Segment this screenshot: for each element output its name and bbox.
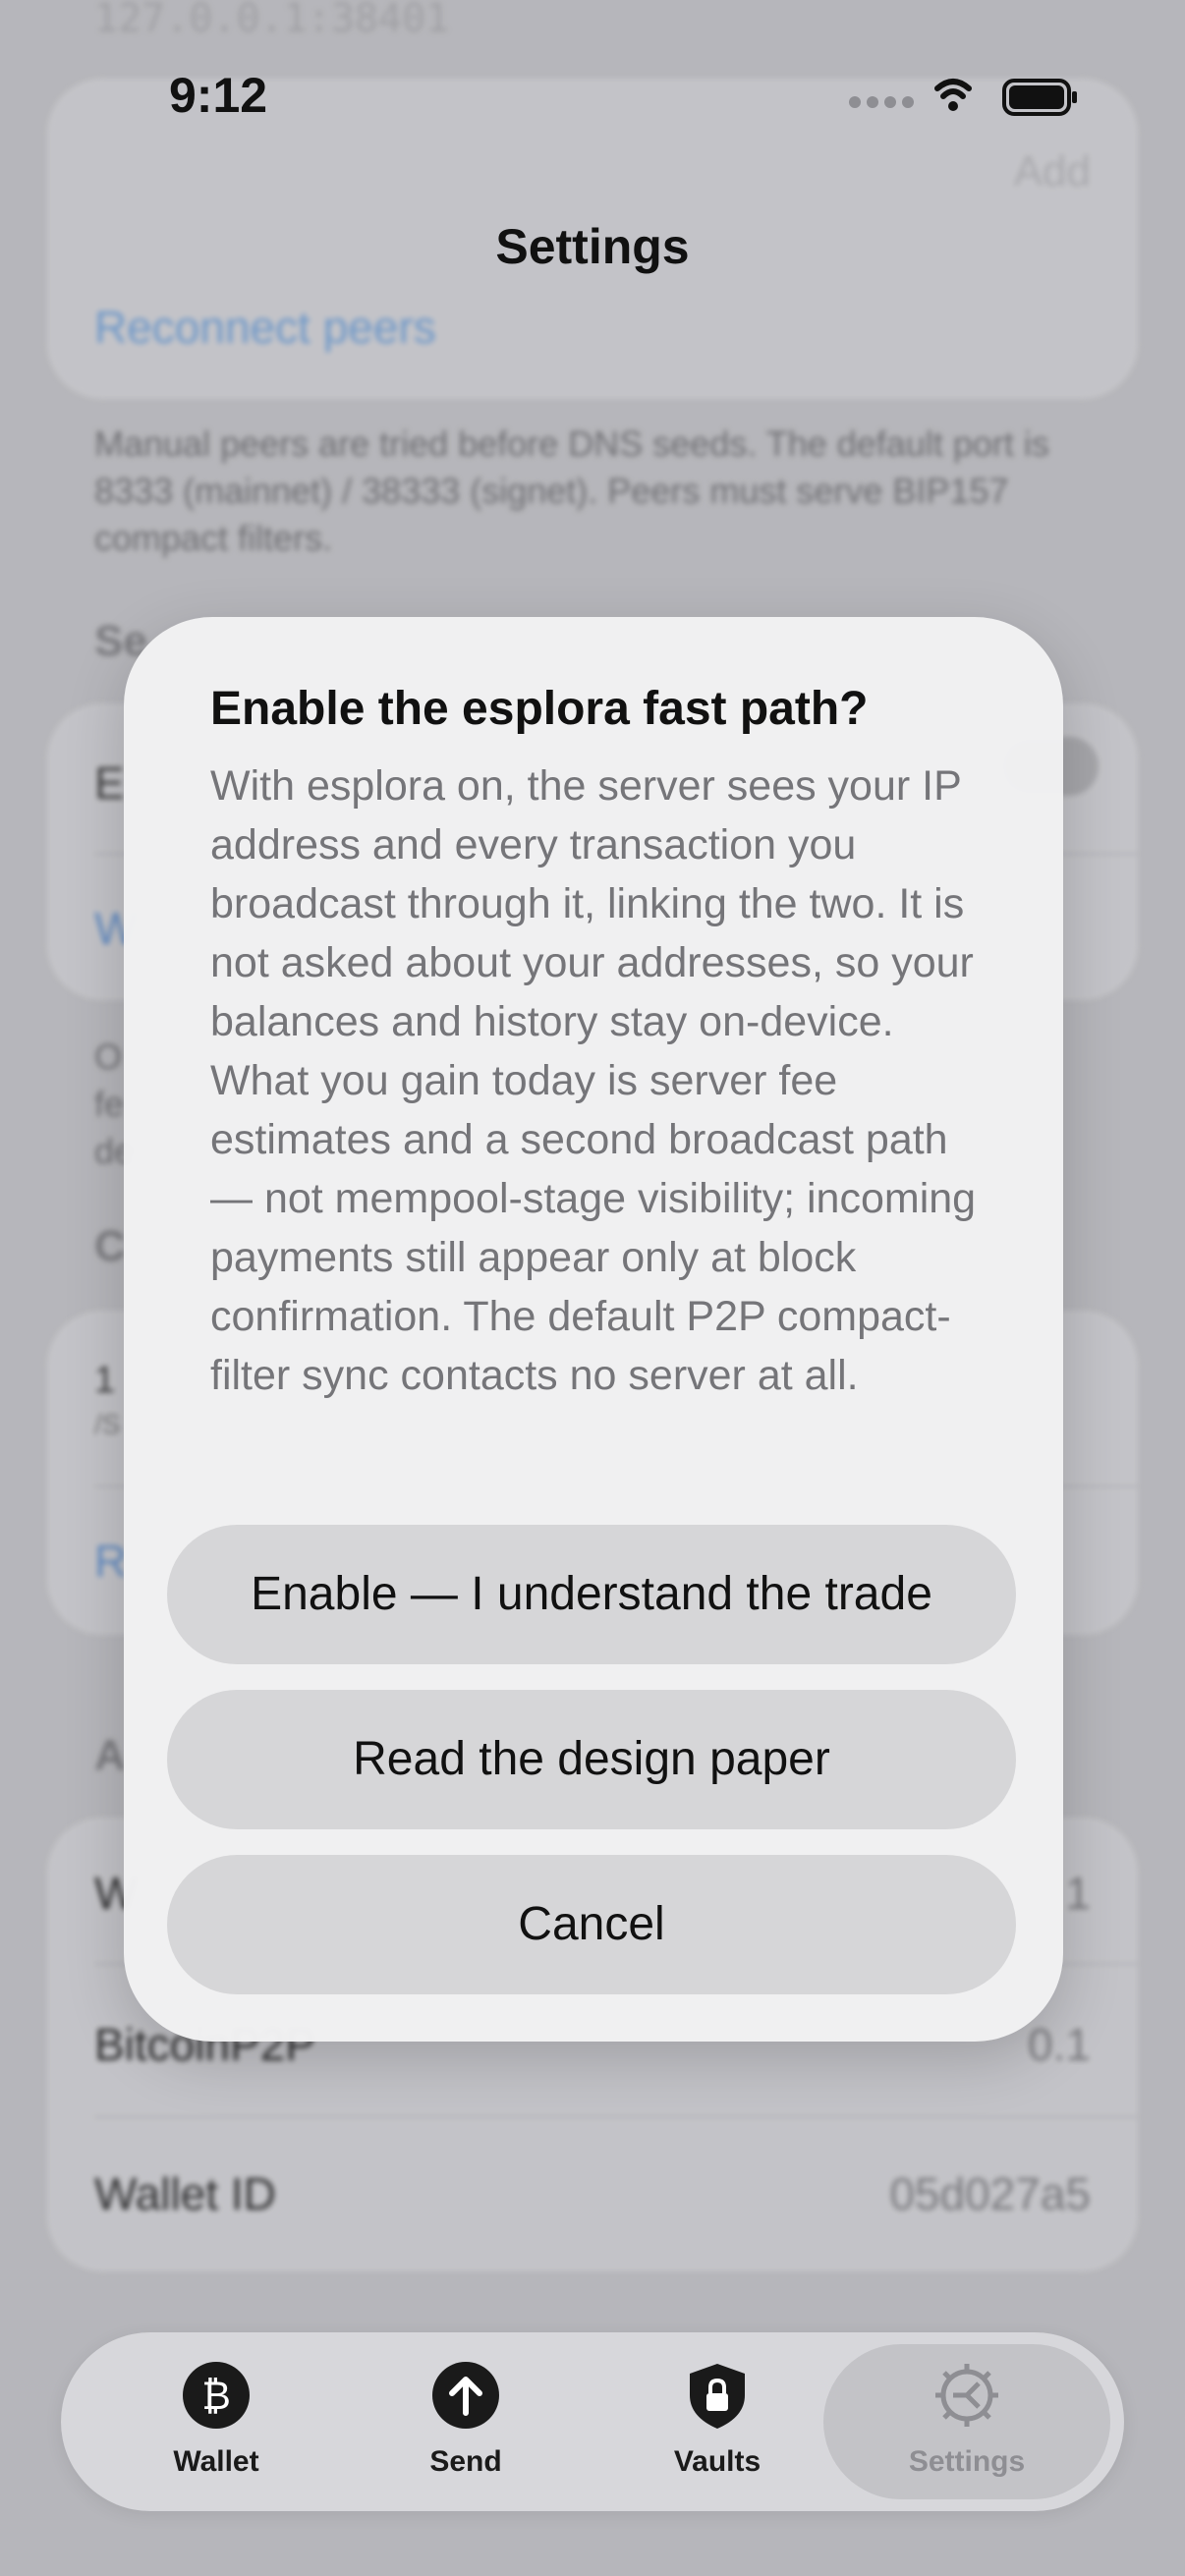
- battery-icon: [1002, 79, 1077, 116]
- page-title: Settings: [495, 219, 690, 274]
- arrow-up-icon: [432, 2362, 499, 2429]
- lock-shield-icon: [690, 2364, 745, 2429]
- tab-wallet[interactable]: ₿ Wallet: [118, 2360, 314, 2488]
- tab-bar: ₿ Wallet Send Vaults Settings: [61, 2332, 1124, 2511]
- read-design-paper-button[interactable]: Read the design paper: [167, 1690, 1016, 1829]
- bitcoin-icon: ₿: [183, 2362, 250, 2429]
- wifi-icon: [934, 79, 972, 99]
- tab-vaults-label: Vaults: [673, 2445, 762, 2478]
- dialog-title: Enable the esplora fast path?: [210, 683, 869, 735]
- tab-settings[interactable]: Settings: [869, 2360, 1065, 2488]
- cancel-button[interactable]: Cancel: [167, 1855, 1016, 1994]
- svg-text:₿: ₿: [201, 2374, 231, 2419]
- status-time: 9:12: [169, 68, 268, 123]
- tab-settings-label: Settings: [908, 2445, 1026, 2478]
- gear-icon: [935, 2364, 998, 2427]
- dialog-message: With esplora on, the server sees your IP…: [210, 762, 977, 1399]
- tab-send-label: Send: [429, 2445, 502, 2478]
- tab-send[interactable]: Send: [367, 2360, 564, 2488]
- enable-esplora-button[interactable]: Enable — I understand the trade: [167, 1525, 1016, 1664]
- esplora-confirm-dialog: Enable the esplora fast path? With esplo…: [124, 617, 1063, 2042]
- cellular-signal-icon: [849, 96, 914, 108]
- tab-wallet-label: Wallet: [173, 2445, 259, 2478]
- status-icons: [849, 79, 1077, 116]
- tab-vaults[interactable]: Vaults: [619, 2360, 816, 2488]
